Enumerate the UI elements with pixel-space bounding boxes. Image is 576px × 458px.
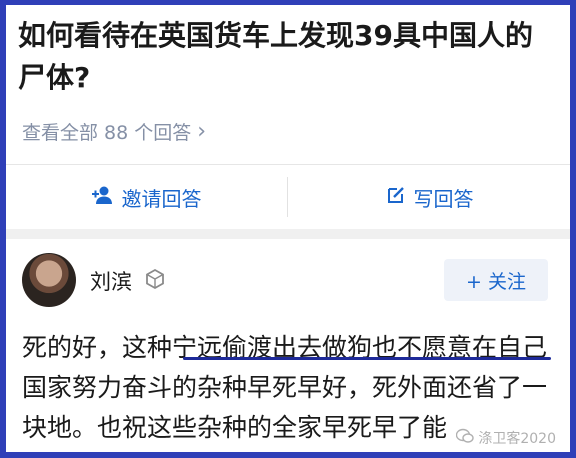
view-all-answers-link[interactable]: 查看全部 88 个回答 › bbox=[22, 118, 206, 145]
follow-button[interactable]: + 关注 bbox=[444, 259, 548, 301]
highlight-underline bbox=[183, 357, 551, 360]
write-answer-button[interactable]: 写回答 bbox=[289, 165, 570, 229]
invite-answer-label: 邀请回答 bbox=[121, 186, 202, 211]
verified-badge-icon bbox=[144, 268, 166, 290]
watermark-text: 涤卫客2020 bbox=[478, 431, 556, 447]
view-all-answers-label: 查看全部 88 个回答 bbox=[22, 122, 192, 144]
wechat-icon bbox=[456, 428, 475, 448]
invite-answer-button[interactable]: 邀请回答 bbox=[6, 165, 287, 229]
answer-action-bar: 邀请回答 写回答 bbox=[6, 164, 570, 239]
action-divider bbox=[287, 177, 288, 217]
edit-icon bbox=[386, 185, 406, 210]
avatar[interactable] bbox=[22, 253, 76, 307]
watermark: 涤卫客2020 bbox=[456, 428, 556, 448]
question-card: 如何看待在英国货车上发现39具中国人的尸体? 查看全部 88 个回答 › 邀请回… bbox=[6, 5, 570, 452]
question-title[interactable]: 如何看待在英国货车上发现39具中国人的尸体? bbox=[18, 15, 558, 99]
add-user-icon bbox=[91, 185, 114, 210]
write-answer-label: 写回答 bbox=[413, 186, 474, 211]
author-name[interactable]: 刘滨 bbox=[90, 266, 132, 296]
answer-header: 刘滨 + 关注 bbox=[6, 245, 570, 315]
chevron-right-icon: › bbox=[197, 119, 207, 144]
